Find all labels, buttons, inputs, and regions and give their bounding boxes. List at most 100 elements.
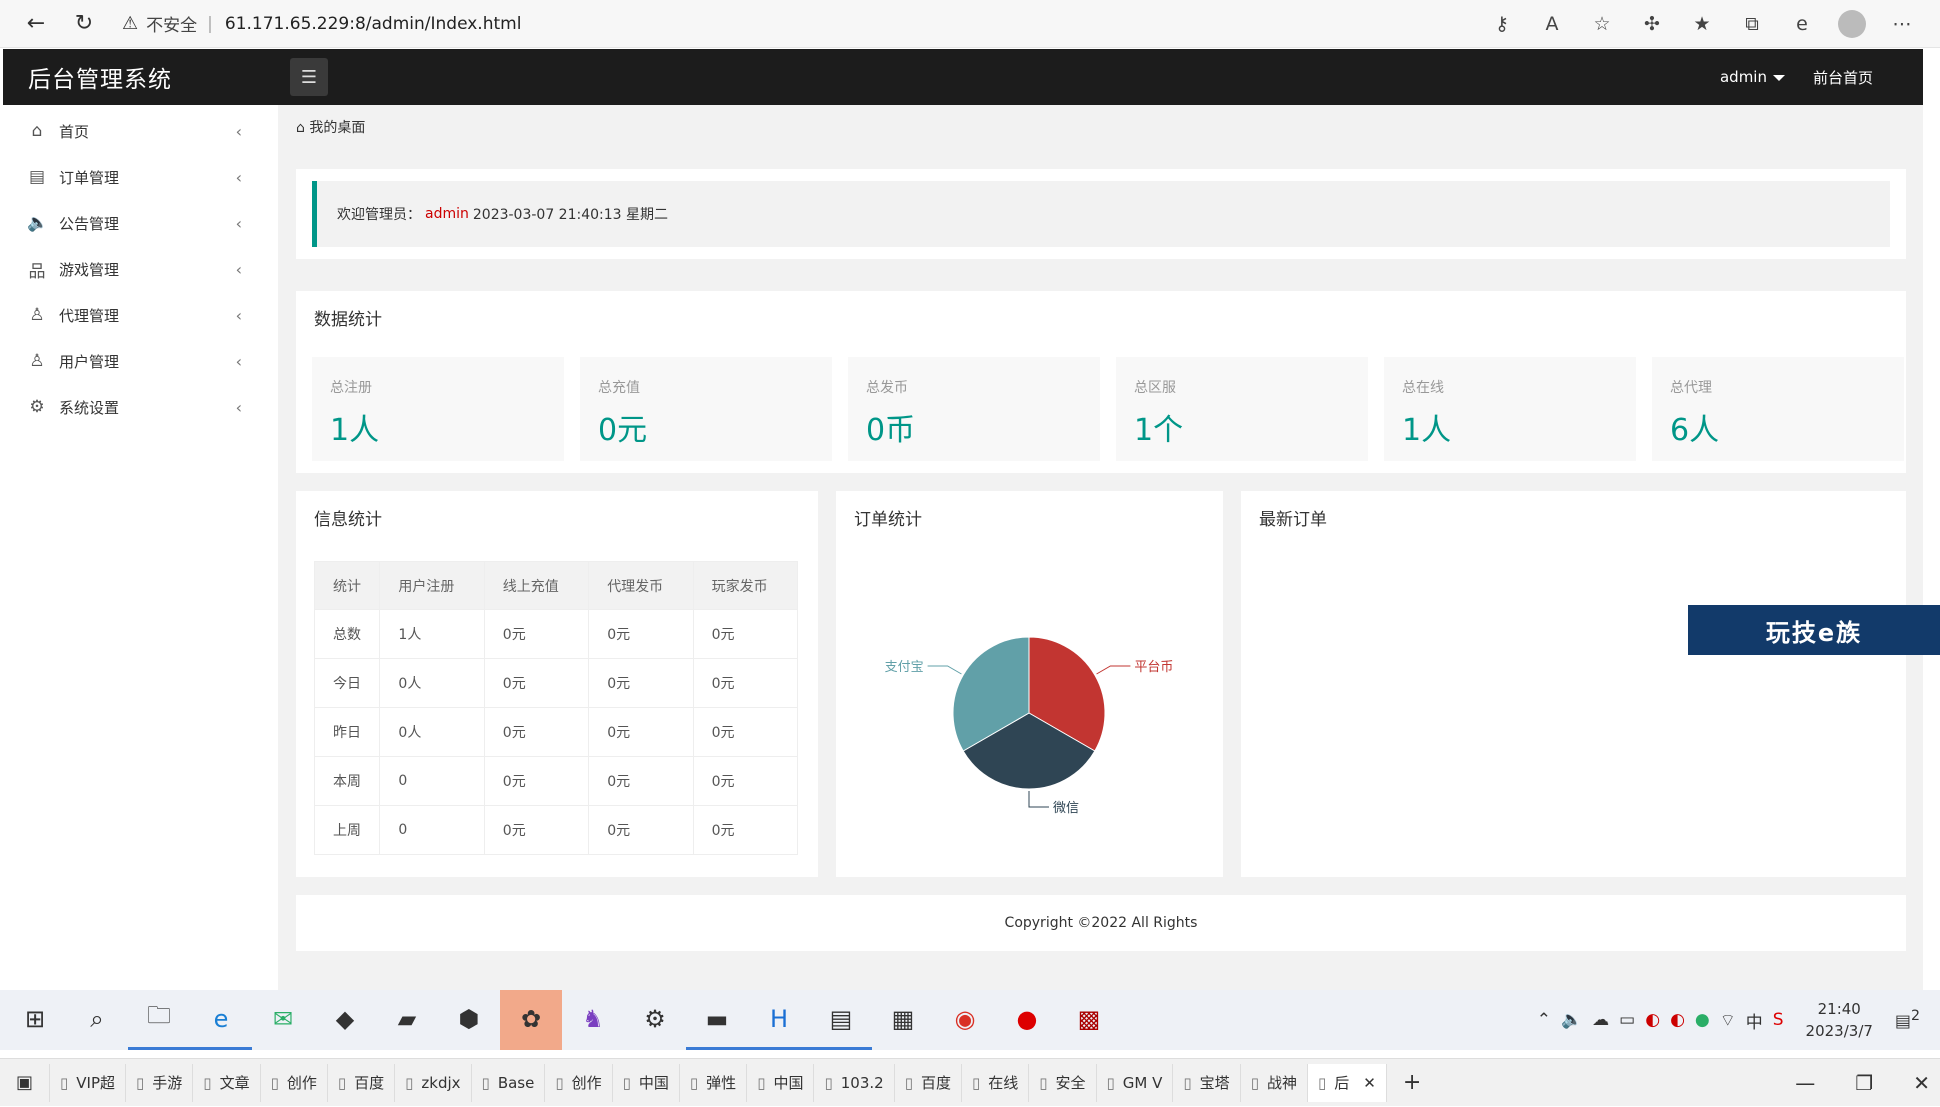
collections-icon[interactable]: ⧉: [1734, 6, 1770, 42]
table-cell: 0元: [588, 805, 694, 855]
volume-icon[interactable]: 🔈: [1561, 1010, 1582, 1030]
page-icon: ▯: [270, 1073, 279, 1092]
sidebar-item[interactable]: 品游戏管理 ‹: [3, 246, 278, 292]
back-icon[interactable]: ←: [18, 6, 54, 42]
app-icon[interactable]: ▩: [1058, 990, 1120, 1050]
browser-tab-label: 中国: [773, 1074, 804, 1092]
stat-value: 1人: [1402, 413, 1452, 448]
browser-tab[interactable]: ▯ 在线: [962, 1063, 1030, 1102]
app-icon[interactable]: ♞: [562, 990, 624, 1050]
app-icon[interactable]: ⚙: [624, 990, 686, 1050]
table-row: 昨日 0人 0元 0元 0元: [313, 707, 799, 757]
browser-tab[interactable]: ▯ 103.2: [814, 1063, 895, 1102]
new-tab-button[interactable]: +: [1387, 1064, 1437, 1102]
browser-tab[interactable]: ▯ Base: [472, 1063, 546, 1102]
pie-label: 微信: [1053, 801, 1079, 816]
nox-icon[interactable]: ⬢: [438, 990, 500, 1050]
browser-tab[interactable]: ▯ GM V: [1097, 1063, 1174, 1102]
table-cell: 0元: [692, 756, 799, 806]
favorites-icon[interactable]: ★: [1684, 6, 1720, 42]
browser-tab[interactable]: ▯ 中国: [613, 1063, 680, 1102]
close-icon[interactable]: ✕: [1913, 1071, 1930, 1095]
wechat-tray-icon[interactable]: ●: [1695, 1010, 1710, 1030]
table-cell: 0元: [588, 756, 694, 806]
chevron-left-icon: ‹: [235, 167, 242, 187]
address-bar[interactable]: ⚠ 不安全 | 61.171.65.229:8/admin/Index.html: [122, 11, 521, 36]
search-icon[interactable]: ⌕: [66, 990, 128, 1050]
url-text[interactable]: 61.171.65.229:8/admin/Index.html: [225, 14, 522, 34]
browser-tab[interactable]: ▯ 创作: [261, 1063, 328, 1102]
menu-toggle-icon[interactable]: ☰: [290, 58, 328, 96]
browser-tab[interactable]: ▯ 百度: [328, 1063, 396, 1102]
browser-tab[interactable]: ▯ 战神: [1241, 1063, 1308, 1102]
chrome-icon[interactable]: ◉: [934, 990, 996, 1050]
browser-tab[interactable]: ▯ 中国: [747, 1063, 815, 1102]
input-method-icon[interactable]: 中: [1746, 1008, 1763, 1033]
browser-tab-label: 安全: [1055, 1074, 1086, 1092]
wifi-icon[interactable]: ⌔: [1720, 1010, 1736, 1031]
front-home-link[interactable]: 前台首页: [1813, 67, 1873, 88]
clock[interactable]: 21:40 2023/3/7: [1806, 998, 1873, 1042]
browser-tab[interactable]: ▯ 宝塔: [1173, 1063, 1241, 1102]
browser-tab[interactable]: ▯ zkdjx: [395, 1063, 472, 1102]
browser-tab[interactable]: ▯ 手游: [126, 1063, 194, 1102]
browser-tab[interactable]: ▯ 弹性: [680, 1063, 748, 1102]
battery-icon[interactable]: ▭: [1619, 1010, 1635, 1030]
browser-tab-label: 百度: [920, 1074, 951, 1092]
wechat-icon[interactable]: ✉: [252, 990, 314, 1050]
close-tab-icon[interactable]: ✕: [1363, 1074, 1376, 1092]
browser-tab[interactable]: ▯ 安全: [1029, 1063, 1097, 1102]
record-icon[interactable]: ●: [996, 990, 1058, 1050]
sidebar-item[interactable]: ⌂ 首页 ‹: [3, 108, 278, 154]
qq-icon[interactable]: ◐: [1645, 1010, 1660, 1030]
tab-actions-icon[interactable]: ▣: [0, 1063, 51, 1102]
browser-tab[interactable]: ▯ 创作: [545, 1063, 613, 1102]
stat-label: 总代理: [1670, 380, 1712, 396]
app-icon[interactable]: ▤: [810, 990, 872, 1050]
more-icon[interactable]: ⋯: [1884, 6, 1920, 42]
start-icon[interactable]: ⊞: [4, 990, 66, 1050]
extensions-icon[interactable]: ✣: [1634, 6, 1670, 42]
file-explorer-icon[interactable]: 🗀: [128, 990, 190, 1050]
sidebar-item[interactable]: ▤ 订单管理 ‹: [3, 154, 278, 200]
browser-tab[interactable]: ▯ 百度: [895, 1063, 962, 1102]
browser-tab[interactable]: ▯ 后 ✕: [1307, 1063, 1387, 1102]
edge-icon[interactable]: e: [190, 990, 252, 1050]
browser-tab-label: 弹性: [706, 1074, 737, 1092]
notification-icon[interactable]: ▤2: [1895, 1008, 1920, 1032]
profile-avatar[interactable]: [1834, 6, 1870, 42]
key-icon[interactable]: ⚷: [1484, 6, 1520, 42]
table-cell: 昨日: [313, 707, 381, 757]
sidebar-item[interactable]: ⚙ 系统设置 ‹: [3, 384, 278, 430]
copyright-text: Copyright ©2022 All Rights: [1004, 915, 1198, 931]
reload-icon[interactable]: ↻: [66, 6, 102, 42]
read-aloud-icon[interactable]: A: [1534, 6, 1570, 42]
minimize-icon[interactable]: —: [1795, 1071, 1815, 1095]
browser-tab[interactable]: ▯ VIP超: [50, 1063, 127, 1102]
user-menu[interactable]: admin: [1720, 68, 1785, 86]
add-favorite-icon[interactable]: ☆: [1584, 6, 1620, 42]
table-row: 上周 0 0元 0元 0元: [313, 805, 799, 855]
sidebar-item[interactable]: ♙ 代理管理 ‹: [3, 292, 278, 338]
sidebar-item[interactable]: 🔈 公告管理 ‹: [3, 200, 278, 246]
hbuilder-icon[interactable]: H: [748, 990, 810, 1050]
app-tray-icon[interactable]: S: [1773, 1010, 1784, 1030]
app-icon[interactable]: ▦: [872, 990, 934, 1050]
stat-label: 总区服: [1134, 380, 1176, 396]
browser-tab[interactable]: ▯ 文章: [193, 1063, 261, 1102]
sidebar-item[interactable]: ♙ 用户管理 ‹: [3, 338, 278, 384]
table-cell: 今日: [313, 658, 381, 708]
main-content: ⌂ 我的桌面 欢迎管理员： admin 2023-03-07 21:40:13 …: [278, 105, 1923, 990]
app-icon[interactable]: ▰: [376, 990, 438, 1050]
breadcrumb-label[interactable]: 我的桌面: [309, 120, 365, 136]
restore-icon[interactable]: ❐: [1855, 1071, 1873, 1095]
table-cell: 0元: [692, 707, 799, 757]
table-header-cell: 统计: [313, 561, 381, 610]
chevron-up-icon[interactable]: ⌃: [1537, 1010, 1551, 1030]
app-icon-active[interactable]: ✿: [500, 990, 562, 1050]
cloud-icon[interactable]: ☁: [1592, 1010, 1609, 1030]
app-icon[interactable]: ▬: [686, 990, 748, 1050]
qq-icon[interactable]: ◐: [1670, 1010, 1685, 1030]
browser-essentials-icon[interactable]: e: [1784, 6, 1820, 42]
app-icon[interactable]: ◆: [314, 990, 376, 1050]
